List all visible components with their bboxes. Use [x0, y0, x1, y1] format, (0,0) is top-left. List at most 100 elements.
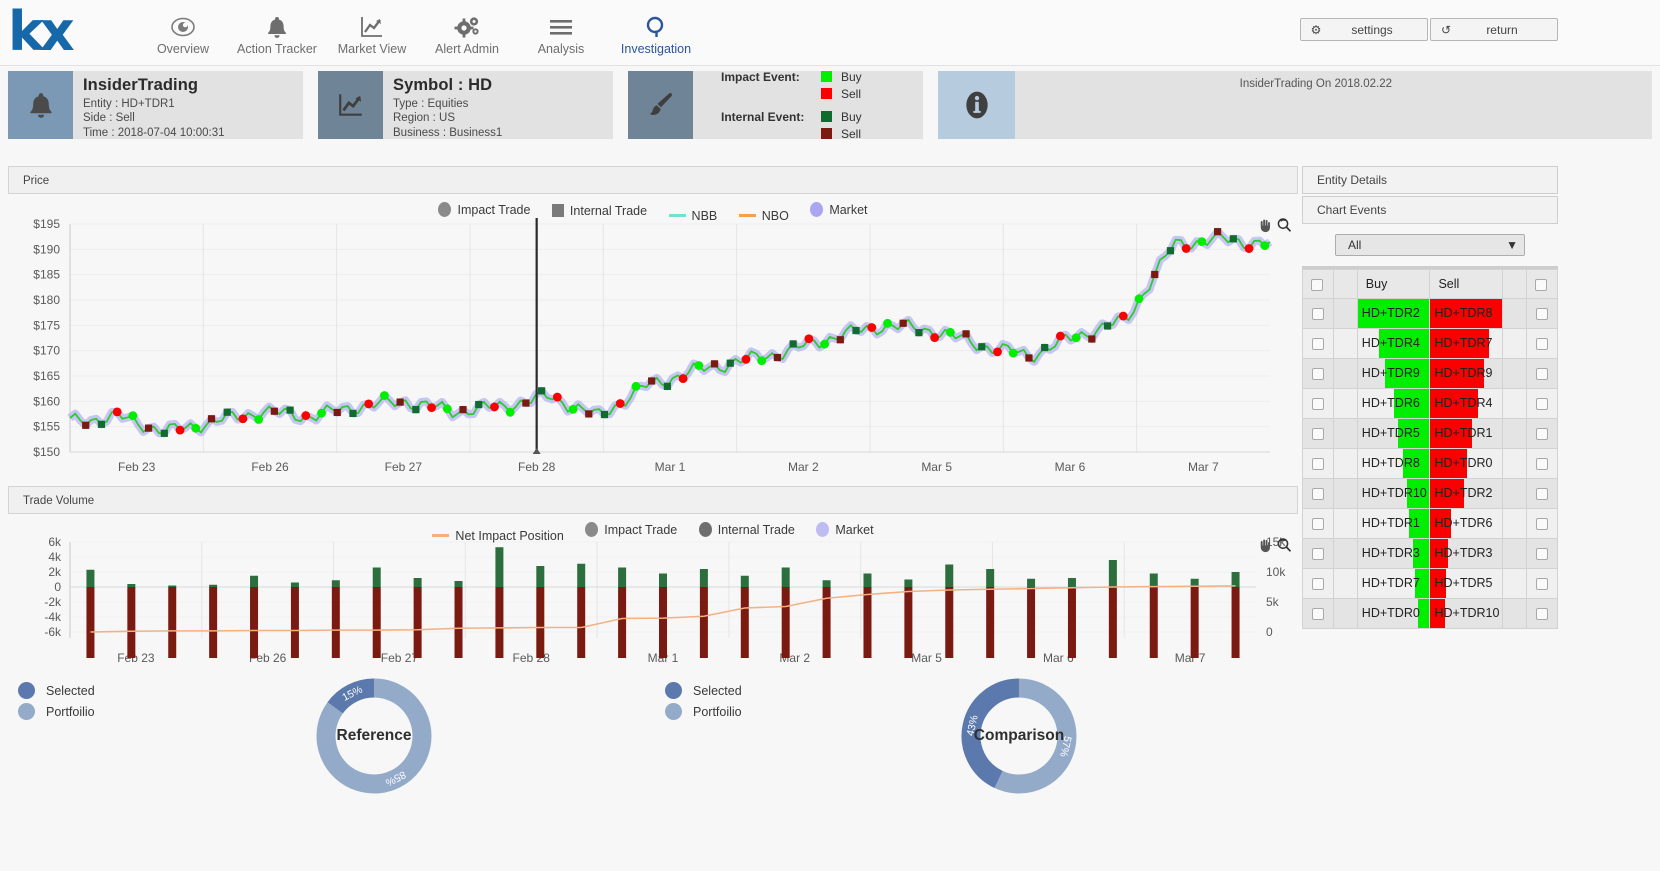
checkbox[interactable] — [1311, 428, 1324, 441]
buy-cell[interactable]: HD+TDR9 — [1356, 358, 1431, 389]
table-row[interactable]: HD+TDR10 HD+TDR2 — [1302, 478, 1559, 509]
buy-cell[interactable]: HD+TDR0 — [1356, 598, 1431, 629]
checkbox[interactable] — [1311, 458, 1324, 471]
zoom-icon[interactable] — [1276, 217, 1292, 236]
row-checkbox-right-cell[interactable] — [1525, 568, 1559, 599]
checkbox[interactable] — [1535, 518, 1548, 531]
select-all-left-header[interactable] — [1302, 269, 1334, 299]
table-row[interactable]: HD+TDR9 HD+TDR9 — [1302, 358, 1559, 389]
buy-cell[interactable]: HD+TDR1 — [1356, 508, 1431, 539]
price-chart-canvas[interactable]: $150$155$160$165$170$175$180$185$190$195… — [8, 196, 1298, 481]
checkbox[interactable] — [1535, 578, 1548, 591]
legend-market[interactable]: Market — [816, 522, 874, 537]
checkbox[interactable] — [1311, 608, 1324, 621]
legend-item-selected[interactable]: Selected — [18, 680, 95, 701]
legend-impact-trade[interactable]: Impact Trade — [585, 522, 677, 537]
checkbox[interactable] — [1534, 278, 1547, 291]
row-checkbox-left-cell[interactable] — [1302, 448, 1334, 479]
checkbox[interactable] — [1311, 338, 1324, 351]
trade-volume-chart[interactable]: Net Impact Position Impact Trade Interna… — [8, 516, 1298, 665]
buy-cell[interactable]: HD+TDR2 — [1356, 298, 1431, 329]
table-row[interactable]: HD+TDR0 HD+TDR10 — [1302, 598, 1559, 629]
checkbox[interactable] — [1535, 428, 1548, 441]
row-checkbox-left-cell[interactable] — [1302, 598, 1334, 629]
legend-impact-trade[interactable]: Impact Trade — [438, 202, 530, 217]
row-checkbox-right-cell[interactable] — [1525, 598, 1559, 629]
return-button[interactable]: ↺ return — [1430, 18, 1558, 41]
row-checkbox-right-cell[interactable] — [1525, 298, 1559, 329]
pan-hand-icon[interactable] — [1257, 538, 1272, 556]
buy-cell[interactable]: HD+TDR4 — [1356, 328, 1431, 359]
row-checkbox-right-cell[interactable] — [1525, 328, 1559, 359]
row-checkbox-right-cell[interactable] — [1525, 538, 1559, 569]
settings-button[interactable]: ⚙ settings — [1300, 18, 1428, 41]
row-checkbox-left-cell[interactable] — [1302, 478, 1334, 509]
zoom-icon[interactable] — [1276, 537, 1292, 556]
row-checkbox-right-cell[interactable] — [1525, 388, 1559, 419]
row-checkbox-left-cell[interactable] — [1302, 418, 1334, 449]
legend-item-selected[interactable]: Selected — [665, 680, 742, 701]
table-row[interactable]: HD+TDR1 HD+TDR6 — [1302, 508, 1559, 539]
nav-item-market-view[interactable]: Market View — [317, 14, 427, 56]
sell-cell[interactable]: HD+TDR10 — [1429, 598, 1504, 629]
tab-entity-details[interactable]: Entity Details — [1302, 166, 1558, 194]
legend-market[interactable]: Market — [810, 202, 868, 217]
pan-hand-icon[interactable] — [1257, 218, 1272, 236]
table-row[interactable]: HD+TDR7 HD+TDR5 — [1302, 568, 1559, 599]
row-checkbox-left-cell[interactable] — [1302, 388, 1334, 419]
table-row[interactable]: HD+TDR5 HD+TDR1 — [1302, 418, 1559, 449]
sell-cell[interactable]: HD+TDR7 — [1429, 328, 1504, 359]
event-filter-dropdown[interactable]: All ▼ — [1335, 234, 1525, 256]
row-checkbox-left-cell[interactable] — [1302, 538, 1334, 569]
buy-cell[interactable]: HD+TDR8 — [1356, 448, 1431, 479]
row-checkbox-left-cell[interactable] — [1302, 298, 1334, 329]
row-checkbox-right-cell[interactable] — [1525, 418, 1559, 449]
buy-cell[interactable]: HD+TDR5 — [1356, 418, 1431, 449]
legend-net-impact-position[interactable]: Net Impact Position — [432, 529, 564, 543]
sell-cell[interactable]: HD+TDR5 — [1429, 568, 1504, 599]
nav-item-action-tracker[interactable]: Action Tracker — [222, 14, 332, 56]
legend-nbb[interactable]: NBB — [668, 209, 717, 223]
table-row[interactable]: HD+TDR2 HD+TDR8 — [1302, 298, 1559, 329]
sell-cell[interactable]: HD+TDR2 — [1429, 478, 1504, 509]
sell-cell[interactable]: HD+TDR1 — [1429, 418, 1504, 449]
row-checkbox-right-cell[interactable] — [1525, 478, 1559, 509]
legend-item-portfolio[interactable]: Portfoilio — [18, 701, 95, 722]
sell-cell[interactable]: HD+TDR4 — [1429, 388, 1504, 419]
checkbox[interactable] — [1311, 278, 1323, 291]
sell-cell[interactable]: HD+TDR8 — [1429, 298, 1504, 329]
select-all-right-header[interactable] — [1525, 269, 1559, 299]
checkbox[interactable] — [1535, 488, 1548, 501]
checkbox[interactable] — [1311, 308, 1324, 321]
checkbox[interactable] — [1535, 548, 1548, 561]
checkbox[interactable] — [1535, 368, 1548, 381]
sell-cell[interactable]: HD+TDR9 — [1429, 358, 1504, 389]
comparison-donut[interactable]: 57% 43% Comparison — [957, 674, 1081, 798]
checkbox[interactable] — [1311, 488, 1324, 501]
legend-internal-trade[interactable]: Internal Trade — [551, 204, 647, 218]
row-checkbox-left-cell[interactable] — [1302, 508, 1334, 539]
price-chart[interactable]: Impact Trade Internal Trade NBB NBO Mark… — [8, 196, 1298, 481]
legend-nbo[interactable]: NBO — [738, 209, 789, 223]
row-checkbox-left-cell[interactable] — [1302, 328, 1334, 359]
checkbox[interactable] — [1535, 398, 1548, 411]
nav-item-analysis[interactable]: Analysis — [506, 14, 616, 56]
checkbox[interactable] — [1535, 458, 1548, 471]
buy-cell[interactable]: HD+TDR3 — [1356, 538, 1431, 569]
table-row[interactable]: HD+TDR8 HD+TDR0 — [1302, 448, 1559, 479]
row-checkbox-left-cell[interactable] — [1302, 568, 1334, 599]
reference-donut[interactable]: 85% 15% Reference — [312, 674, 436, 798]
row-checkbox-right-cell[interactable] — [1525, 358, 1559, 389]
row-checkbox-right-cell[interactable] — [1525, 508, 1559, 539]
buy-cell[interactable]: HD+TDR6 — [1356, 388, 1431, 419]
table-row[interactable]: HD+TDR3 HD+TDR3 — [1302, 538, 1559, 569]
legend-item-portfolio[interactable]: Portfoilio — [665, 701, 742, 722]
checkbox[interactable] — [1311, 578, 1324, 591]
table-row[interactable]: HD+TDR4 HD+TDR7 — [1302, 328, 1559, 359]
table-row[interactable]: HD+TDR6 HD+TDR4 — [1302, 388, 1559, 419]
row-checkbox-right-cell[interactable] — [1525, 448, 1559, 479]
checkbox[interactable] — [1535, 338, 1548, 351]
buy-cell[interactable]: HD+TDR10 — [1356, 478, 1431, 509]
nav-item-investigation[interactable]: Investigation — [601, 14, 711, 56]
checkbox[interactable] — [1535, 608, 1548, 621]
